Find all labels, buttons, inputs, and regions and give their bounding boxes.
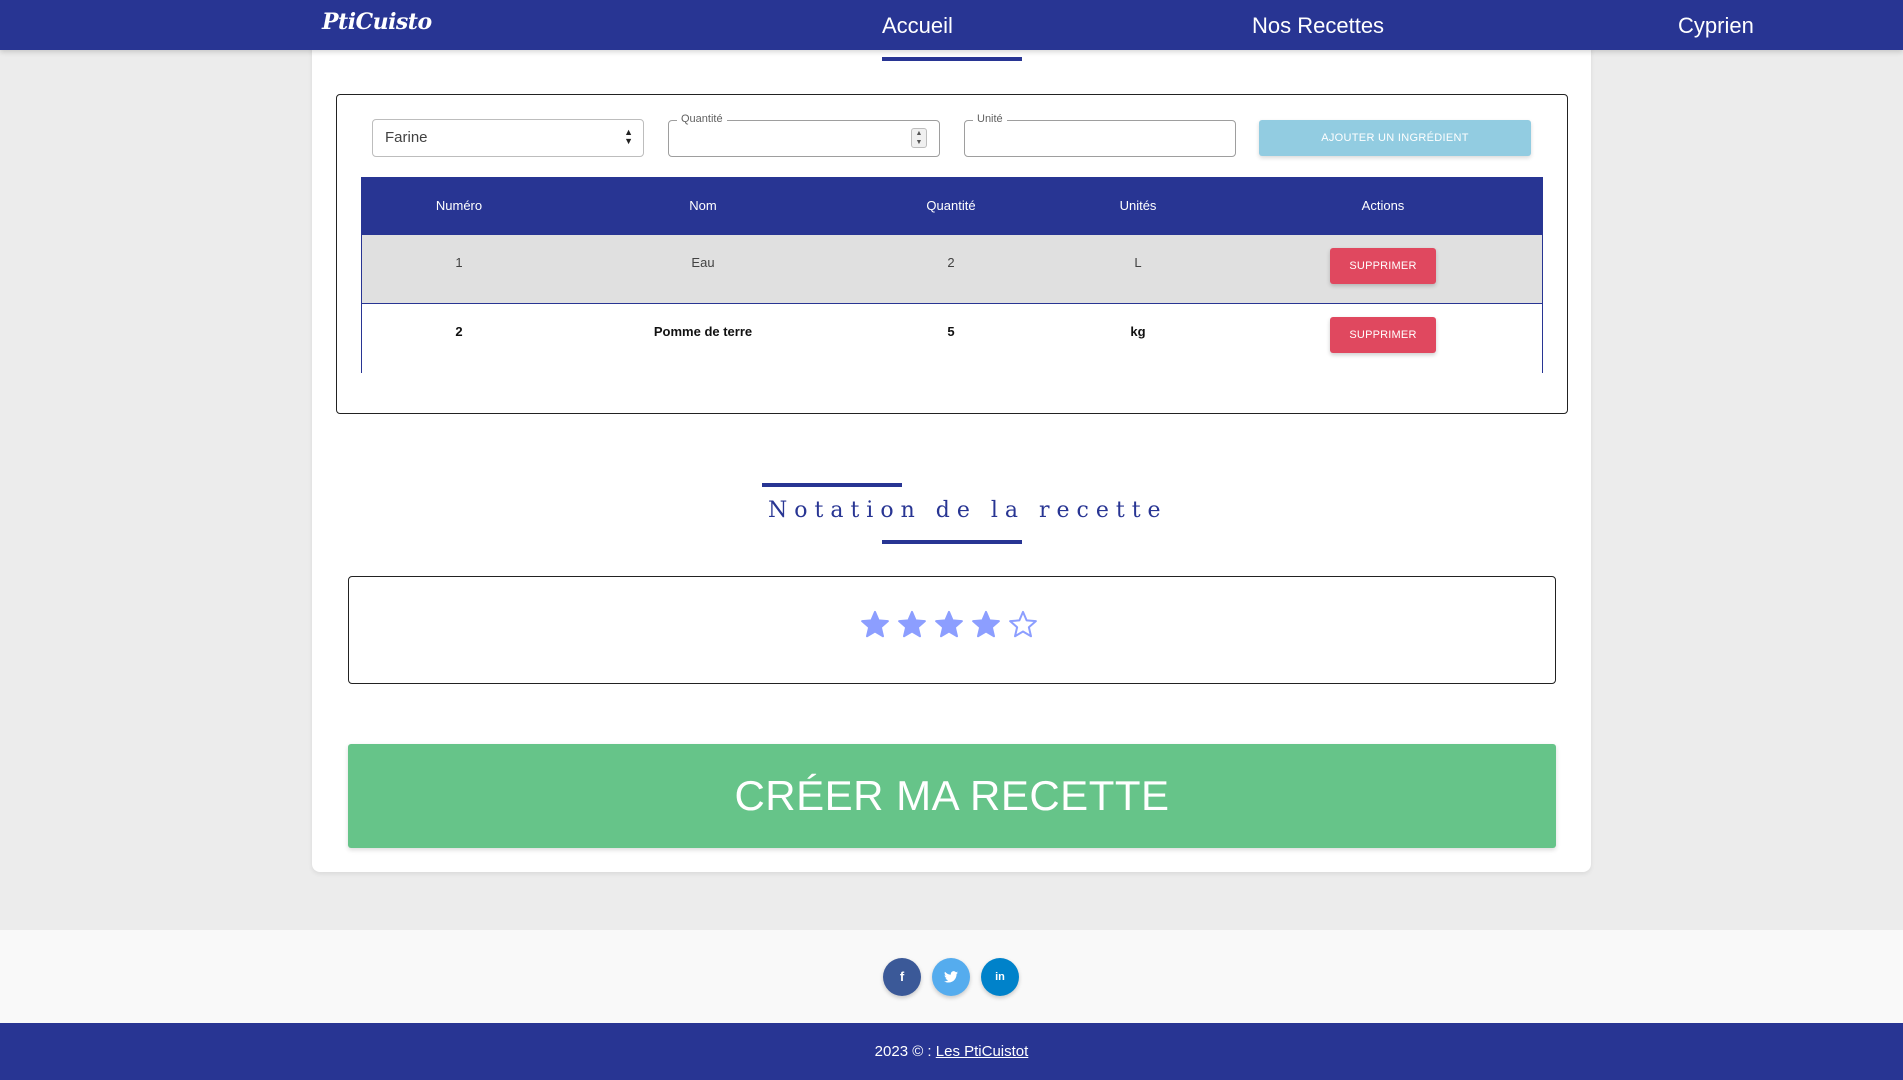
header-numero: Numéro (435, 198, 483, 213)
quantity-label: Quantité (677, 113, 727, 125)
footer-copyright: 2023 © : (874, 1043, 936, 1060)
facebook-icon[interactable]: f (883, 958, 921, 996)
cell-nom: Pomme de terre (653, 324, 753, 339)
linkedin-icon[interactable]: in (981, 958, 1019, 996)
ingredient-select[interactable]: Farine ▲ ▼ (372, 119, 644, 157)
cell-nom: Eau (691, 255, 715, 270)
table-row: 1 Eau 2 L SUPPRIMER (362, 235, 1542, 304)
delete-button[interactable]: SUPPRIMER (1330, 248, 1436, 284)
rating-title-line-bottom (882, 540, 1022, 544)
navbar: PtiCuisto Accueil Nos Recettes Cyprien (0, 0, 1903, 50)
delete-button[interactable]: SUPPRIMER (1330, 317, 1436, 353)
brand-logo[interactable]: PtiCuisto (322, 9, 432, 35)
ingredient-select-value: Farine (385, 129, 428, 146)
create-recipe-button[interactable]: CRÉER MA RECETTE (348, 744, 1556, 848)
table-row: 2 Pomme de terre 5 kg SUPPRIMER (362, 304, 1542, 373)
active-nav-underline (882, 57, 1022, 61)
cell-numero: 1 (455, 255, 463, 270)
rating-title: Notation de la recette (768, 498, 1168, 523)
star-filled-icon[interactable] (897, 610, 927, 640)
quantity-spinner-icon[interactable]: ▲ ▼ (911, 128, 927, 148)
rating-title-line-top (762, 483, 902, 487)
cell-unite: kg (1130, 324, 1146, 339)
header-quantite: Quantité (926, 198, 976, 213)
star-filled-icon[interactable] (934, 610, 964, 640)
quantity-input[interactable]: Quantité ▲ ▼ (668, 113, 940, 157)
header-actions: Actions (1361, 198, 1405, 213)
nav-link-accueil[interactable]: Accueil (882, 13, 953, 39)
footer-link[interactable]: Les PtiCuistot (936, 1043, 1029, 1060)
nav-link-user[interactable]: Cyprien (1678, 13, 1754, 39)
ingredients-table: Numéro Nom Quantité Unités Actions 1 Eau… (361, 177, 1543, 373)
cell-quantite: 5 (947, 324, 955, 339)
sort-arrows-icon: ▲ ▼ (624, 127, 633, 146)
cell-numero: 2 (455, 324, 463, 339)
cell-quantite: 2 (947, 255, 955, 270)
nav-link-nos-recettes[interactable]: Nos Recettes (1252, 13, 1384, 39)
unit-label: Unité (973, 113, 1007, 125)
table-header: Numéro Nom Quantité Unités Actions (362, 178, 1542, 235)
add-ingredient-button[interactable]: AJOUTER UN INGRÉDIENT (1259, 120, 1531, 156)
star-filled-icon[interactable] (971, 610, 1001, 640)
twitter-icon[interactable] (932, 958, 970, 996)
footer: 2023 © : Les PtiCuistot (0, 1023, 1903, 1080)
header-nom: Nom (689, 198, 717, 213)
unit-input[interactable]: Unité (964, 113, 1236, 157)
star-empty-icon[interactable] (1008, 610, 1038, 640)
header-unites: Unités (1119, 198, 1157, 213)
cell-unite: L (1134, 255, 1142, 270)
star-filled-icon[interactable] (860, 610, 890, 640)
